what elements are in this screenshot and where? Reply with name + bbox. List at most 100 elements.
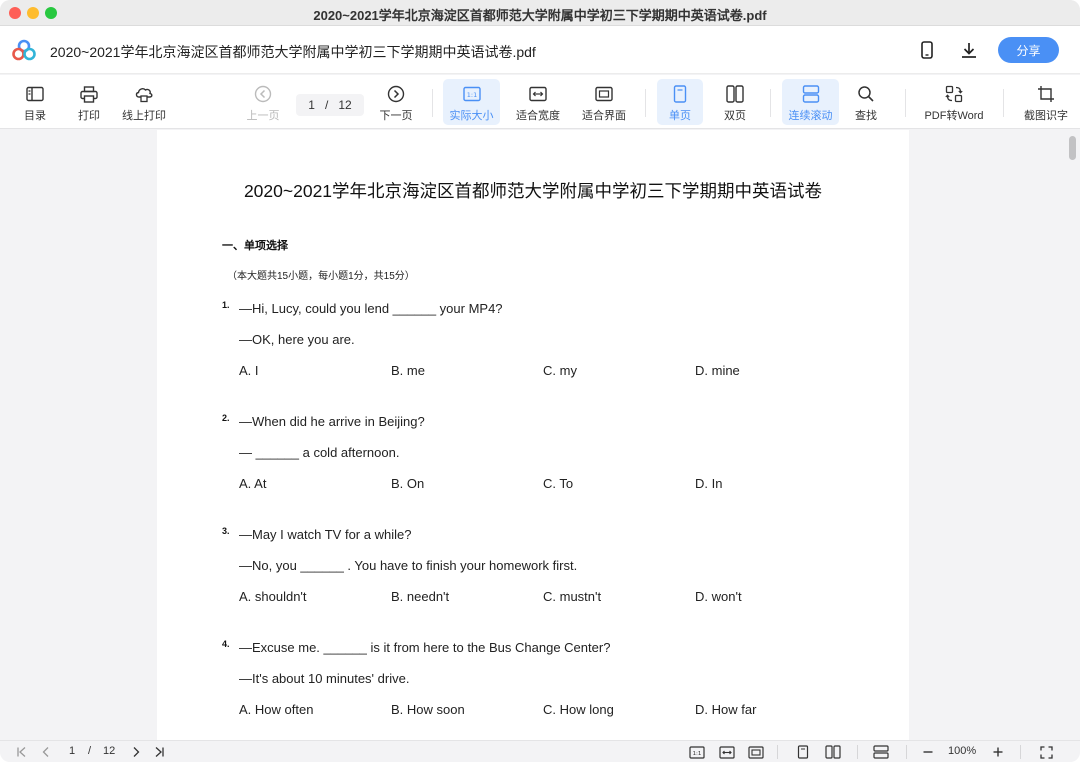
question-text: —When did he arrive in Beijing?: [239, 414, 425, 429]
actual-size-icon: 1:1: [462, 84, 482, 104]
next-page-label: 下一页: [379, 110, 413, 122]
zoom-level[interactable]: 100%: [948, 745, 976, 757]
answer-option: C. How long: [543, 702, 614, 717]
fit-page-button[interactable]: 适合界面: [577, 79, 631, 125]
fullscreen-icon[interactable]: [1038, 744, 1054, 760]
contents-button[interactable]: 目录: [16, 79, 54, 125]
answer-option: B. needn't: [391, 589, 450, 604]
answer-option: A. At: [239, 476, 267, 491]
contents-icon: [25, 84, 45, 104]
double-page-label: 双页: [724, 110, 746, 122]
document-viewport[interactable]: 2020~2021学年北京海淀区首都师范大学附属中学初三下学期期中英语试卷 一、…: [0, 130, 1080, 740]
question-number: 2.: [222, 413, 230, 423]
zoom-out-icon[interactable]: [920, 744, 936, 760]
status-divider: [857, 745, 858, 759]
actual-size-label: 实际大小: [449, 110, 494, 122]
answer-option: D. won't: [695, 589, 742, 604]
answer-option: C. To: [543, 476, 574, 491]
continuous-scroll-label: 连续滚动: [788, 110, 833, 122]
contents-label: 目录: [24, 110, 46, 122]
actual-size-button[interactable]: 1:1 实际大小: [443, 79, 500, 125]
share-button[interactable]: 分享: [998, 37, 1059, 63]
print-label: 打印: [78, 110, 100, 122]
fit-width-label: 适合宽度: [516, 110, 560, 122]
total-pages: 12: [338, 98, 352, 112]
zoom-in-icon[interactable]: [990, 744, 1006, 760]
chevron-right-circle-icon: [386, 84, 406, 104]
next-page-button[interactable]: 下一页: [376, 79, 416, 125]
pdf-to-word-button[interactable]: PDF转Word: [918, 79, 990, 125]
phone-icon[interactable]: [916, 39, 938, 61]
prev-page-button[interactable]: 上一页: [244, 79, 282, 125]
crop-icon: [1036, 84, 1056, 104]
answer-option: A. I: [239, 363, 259, 378]
document-title: 2020~2021学年北京海淀区首都师范大学附属中学初三下学期期中英语试卷.pd…: [50, 44, 536, 60]
continuous-scroll-icon[interactable]: [872, 744, 890, 760]
scrollbar-thumb[interactable]: [1069, 136, 1076, 160]
single-page-button[interactable]: 单页: [657, 79, 703, 125]
single-page-label: 单页: [669, 110, 691, 122]
current-page: 1: [308, 98, 315, 112]
answer-option: C. mustn't: [543, 589, 602, 604]
double-page-icon[interactable]: [824, 744, 842, 760]
prev-page-label: 上一页: [246, 110, 280, 122]
app-window: 2020~2021学年北京海淀区首都师范大学附属中学初三下学期期中英语试卷.pd…: [0, 0, 1080, 762]
question-text: —No, you ______ . You have to finish you…: [239, 558, 578, 573]
status-page-separator: /: [88, 745, 92, 757]
section-note: （本大题共15小题，每小题1分，共15分）: [227, 271, 415, 282]
page-number-input[interactable]: 1 / 12: [296, 94, 364, 116]
question-text: —Hi, Lucy, could you lend ______ your MP…: [239, 301, 503, 316]
app-header: 2020~2021学年北京海淀区首都师范大学附属中学初三下学期期中英语试卷.pd…: [0, 26, 1080, 74]
section-heading: 一、单项选择: [222, 240, 288, 252]
fit-width-icon[interactable]: [718, 744, 736, 760]
find-label: 查找: [855, 110, 877, 122]
toolbar-divider: [905, 89, 906, 117]
pdf-page: 2020~2021学年北京海淀区首都师范大学附属中学初三下学期期中英语试卷 一、…: [157, 130, 909, 740]
first-page-icon[interactable]: [14, 744, 30, 760]
question-text: —Excuse me. ______ is it from here to th…: [239, 640, 611, 655]
next-page-icon[interactable]: [128, 744, 144, 760]
question-text: —It's about 10 minutes' drive.: [239, 671, 410, 686]
status-bar: 1 / 12 1:1 100%: [0, 740, 1080, 762]
online-print-label: 线上打印: [122, 110, 166, 122]
svg-text:1:1: 1:1: [693, 751, 702, 757]
double-page-icon: [725, 84, 745, 104]
question-number: 3.: [222, 526, 230, 536]
answer-option: D. mine: [695, 363, 740, 378]
status-divider: [906, 745, 907, 759]
answer-option: C. my: [543, 363, 577, 378]
actual-size-icon[interactable]: 1:1: [688, 744, 706, 760]
single-page-icon[interactable]: [795, 744, 811, 760]
ocr-label: 截图识字: [1024, 110, 1068, 122]
vertical-scrollbar[interactable]: [1066, 130, 1080, 740]
prev-page-icon[interactable]: [38, 744, 54, 760]
toolbar-divider: [770, 89, 771, 117]
answer-option: B. On: [391, 476, 425, 491]
answer-option: D. How far: [695, 702, 757, 717]
continuous-scroll-button[interactable]: 连续滚动: [782, 79, 839, 125]
status-current-page[interactable]: 1: [69, 745, 75, 757]
online-print-button[interactable]: 线上打印: [118, 79, 170, 125]
ocr-button[interactable]: 截图识字: [1018, 79, 1074, 125]
single-page-icon: [670, 84, 690, 104]
fit-width-button[interactable]: 适合宽度: [511, 79, 565, 125]
find-button[interactable]: 查找: [848, 79, 884, 125]
question-number: 1.: [222, 300, 230, 310]
print-button[interactable]: 打印: [72, 79, 106, 125]
convert-icon: [944, 84, 964, 104]
chevron-left-circle-icon: [253, 84, 273, 104]
fit-width-icon: [528, 84, 548, 104]
question-text: —OK, here you are.: [239, 332, 355, 347]
status-total-pages: 12: [103, 745, 116, 757]
answer-option: B. me: [391, 363, 425, 378]
title-bar: 2020~2021学年北京海淀区首都师范大学附属中学初三下学期期中英语试卷.pd…: [0, 0, 1080, 26]
fit-page-icon[interactable]: [747, 744, 765, 760]
app-logo-icon: [12, 39, 36, 61]
toolbar-divider: [645, 89, 646, 117]
last-page-icon[interactable]: [151, 744, 167, 760]
page-separator: /: [324, 98, 329, 112]
fit-page-icon: [594, 84, 614, 104]
double-page-button[interactable]: 双页: [714, 79, 756, 125]
download-icon[interactable]: [958, 39, 980, 61]
window-title: 2020~2021学年北京海淀区首都师范大学附属中学初三下学期期中英语试卷.pd…: [313, 8, 767, 23]
